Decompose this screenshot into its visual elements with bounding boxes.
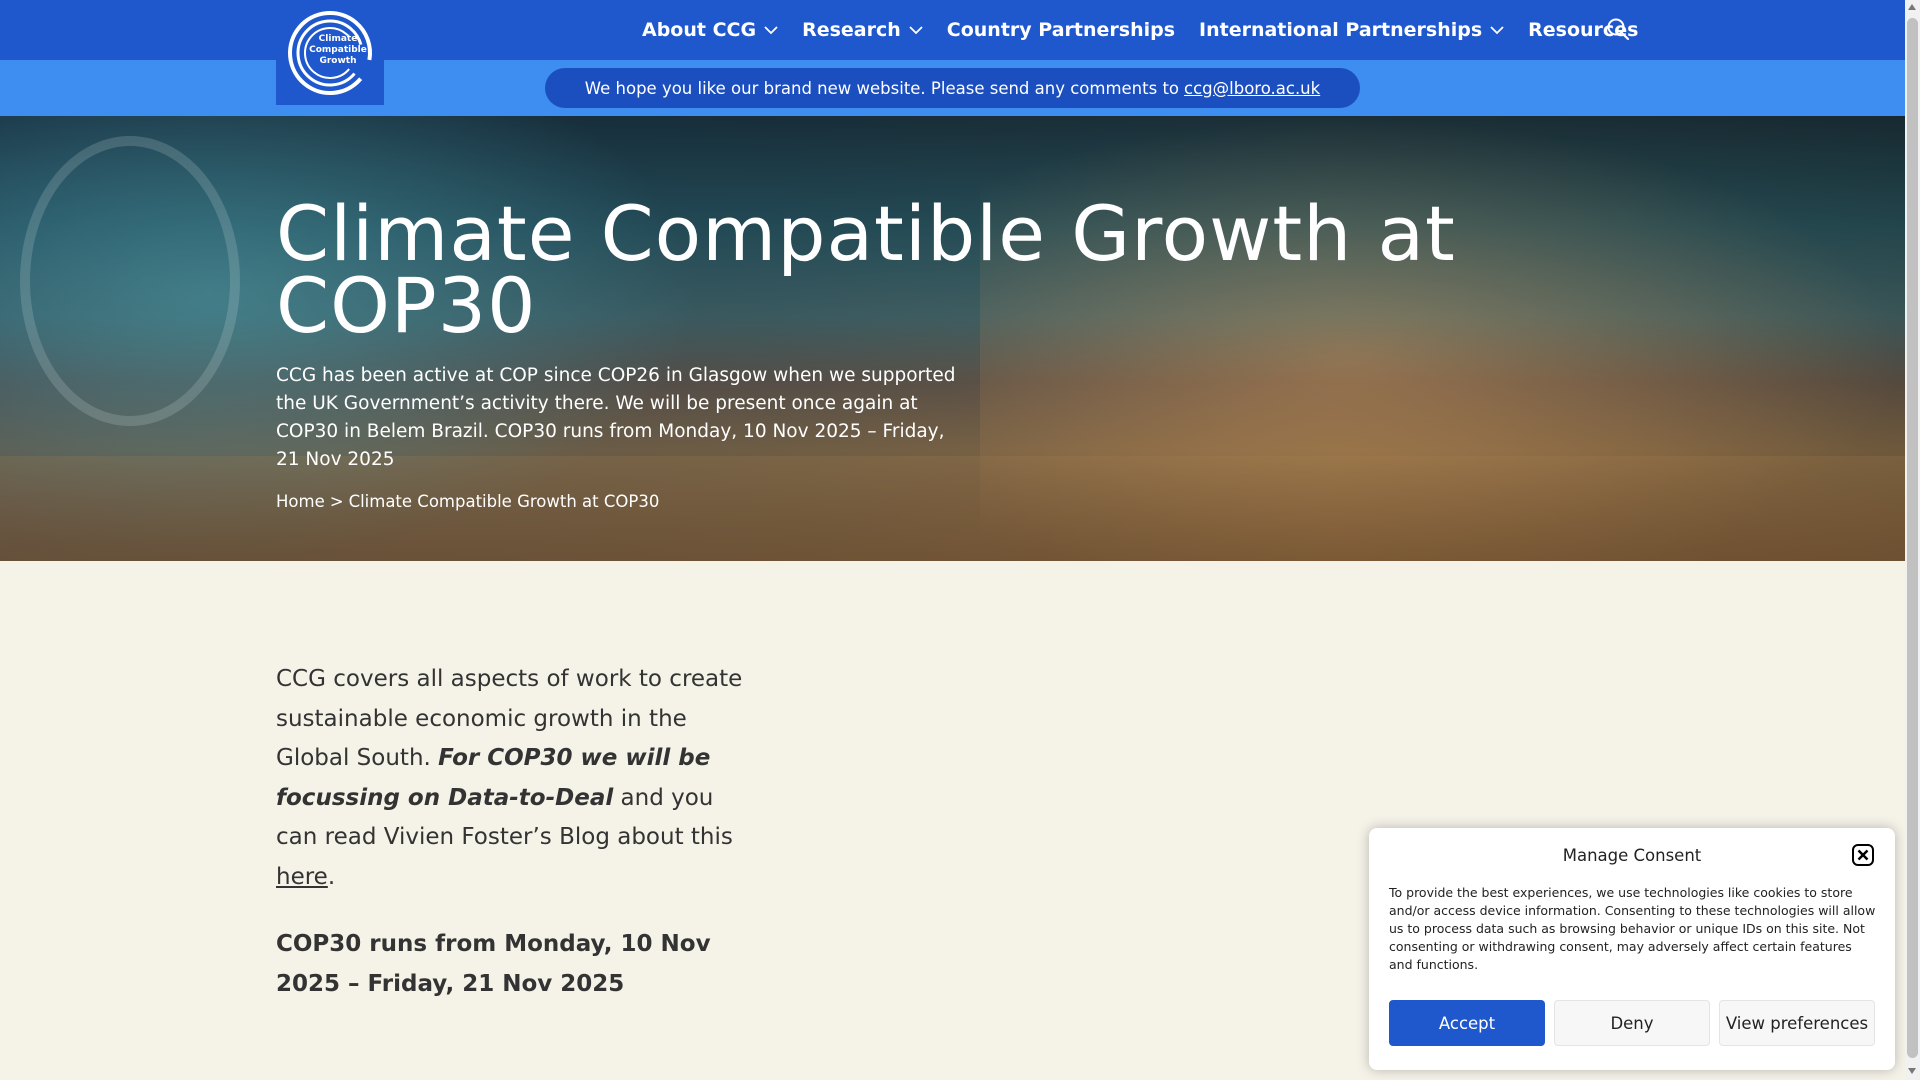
logo-text-line1: Climate (319, 34, 358, 44)
breadcrumb-current: Climate Compatible Growth at COP30 (348, 492, 660, 511)
nav-item-label: International Partnerships (1199, 19, 1483, 41)
hero-description: CCG has been active at COP since COP26 i… (276, 365, 956, 470)
main-menu: About CCG Research Country Partnerships … (642, 0, 1662, 60)
nav-item-country-partnerships[interactable]: Country Partnerships (947, 19, 1175, 41)
accept-button[interactable]: Accept (1389, 1000, 1545, 1046)
consent-title: Manage Consent (1562, 846, 1702, 865)
search-icon[interactable] (1606, 17, 1630, 41)
contact-email-link[interactable]: ccg@lboro.ac.uk (1184, 79, 1320, 98)
nav-item-research[interactable]: Research (802, 19, 923, 41)
scroll-down-arrow-icon[interactable] (1908, 1068, 1916, 1074)
cop30-dates: COP30 runs from Monday, 10 Nov 2025 – Fr… (276, 931, 711, 997)
consent-dialog: Manage Consent To provide the best exper… (1369, 828, 1895, 1070)
main-content: CCG covers all aspects of work to create… (276, 660, 746, 1004)
page-scrollbar[interactable] (1905, 0, 1920, 1080)
logo-text-line2: Compatible (309, 45, 367, 55)
ccg-logo-icon: Climate Compatible Growth (288, 10, 372, 95)
breadcrumb-separator: > (329, 492, 344, 511)
nav-item-label: Country Partnerships (946, 19, 1176, 41)
deny-button[interactable]: Deny (1554, 1000, 1710, 1046)
chevron-down-icon (764, 25, 778, 35)
blog-link[interactable]: here (276, 864, 328, 890)
site-logo[interactable]: Climate Compatible Growth (276, 0, 384, 105)
chevron-down-icon (909, 25, 923, 35)
close-icon[interactable] (1851, 843, 1875, 867)
breadcrumb: Home > Climate Compatible Growth at COP30 (276, 492, 659, 511)
scrollbar-thumb[interactable] (1907, 18, 1918, 1058)
chevron-down-icon (1490, 25, 1504, 35)
consent-description: To provide the best experiences, we use … (1389, 885, 1876, 972)
nav-item-about-ccg[interactable]: About CCG (642, 19, 778, 41)
intro-paragraph: CCG covers all aspects of work to create… (276, 666, 743, 890)
nav-item-label: Research (802, 19, 901, 41)
announcement-message: We hope you like our brand new website. … (545, 68, 1360, 108)
scroll-up-arrow-icon[interactable] (1908, 4, 1916, 10)
logo-text-line3: Growth (319, 56, 356, 66)
announcement-text: We hope you like our brand new website. … (584, 78, 1180, 98)
view-preferences-button[interactable]: View preferences (1719, 1000, 1875, 1046)
breadcrumb-home[interactable]: Home (276, 492, 325, 511)
nav-item-label: About CCG (642, 19, 757, 41)
nav-item-international-partnerships[interactable]: International Partnerships (1199, 19, 1504, 41)
page-title: Climate Compatible Growth at COP30 (276, 189, 1456, 350)
